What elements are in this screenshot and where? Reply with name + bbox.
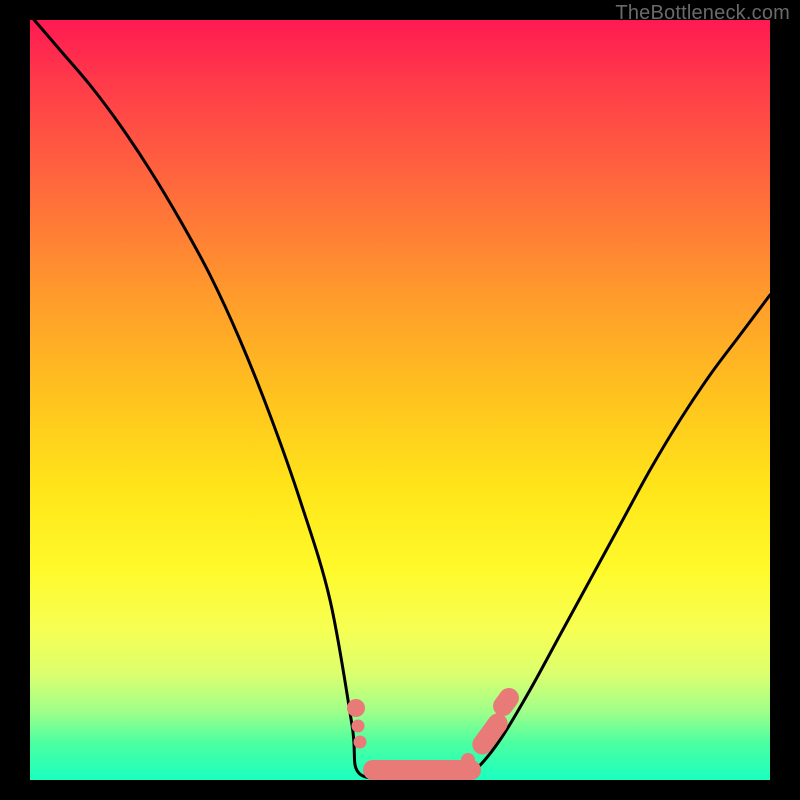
chart-stage: TheBottleneck.com	[0, 0, 800, 800]
curve-group	[30, 20, 770, 779]
left-dot-1	[347, 699, 365, 717]
curve-layer	[30, 20, 770, 780]
right-dot-1	[461, 753, 475, 767]
left-dot-2	[352, 720, 365, 733]
bottleneck-curve	[30, 20, 770, 779]
marker-group	[347, 684, 523, 780]
plot-area	[30, 20, 770, 780]
left-dot-3	[354, 736, 367, 749]
